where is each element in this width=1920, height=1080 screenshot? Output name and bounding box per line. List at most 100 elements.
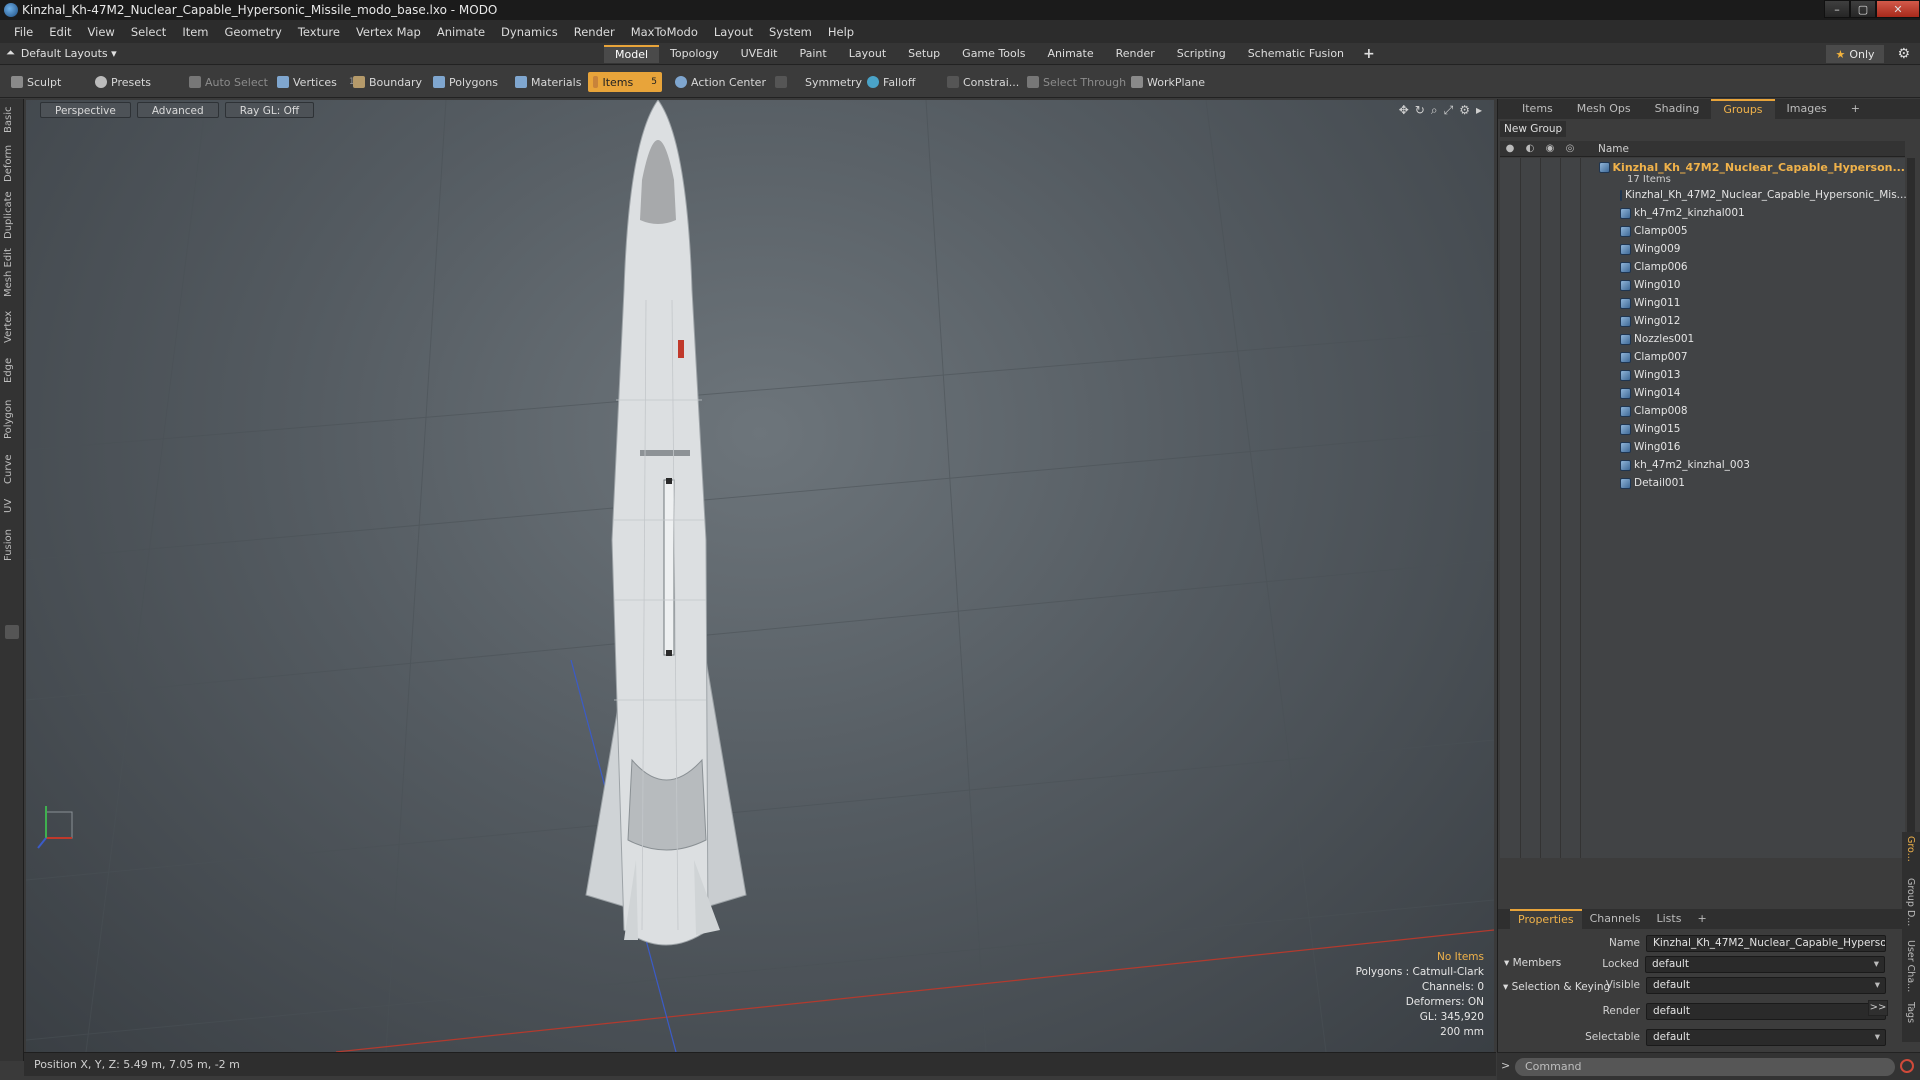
3d-viewport[interactable]: Perspective Advanced Ray GL: Off ✥ ↻ ⌕ ⤢… [26, 100, 1494, 1052]
menu-layout[interactable]: Layout [706, 25, 761, 39]
items-button[interactable]: Items 5 [588, 72, 662, 92]
only-button[interactable]: ★ Only [1826, 45, 1884, 63]
falloff-button[interactable]: Falloff [862, 72, 920, 92]
viewport-menu-icon[interactable]: ▸ [1476, 103, 1482, 118]
tab-images[interactable]: Images [1775, 99, 1839, 119]
symmetry-button[interactable]: Symmetry [770, 72, 867, 92]
tab-properties[interactable]: Properties [1510, 909, 1582, 929]
minimize-button[interactable]: – [1824, 0, 1850, 18]
tab-layout[interactable]: Layout [838, 45, 897, 63]
list-item[interactable]: Detail001 [1500, 474, 1905, 492]
vtab-fusion[interactable]: Fusion [3, 525, 21, 565]
list-item[interactable]: Wing012 [1500, 312, 1905, 330]
tab-lists[interactable]: Lists [1649, 909, 1690, 929]
record-icon[interactable] [1900, 1059, 1914, 1073]
menu-system[interactable]: System [761, 25, 820, 39]
vtab-polygon[interactable]: Polygon [3, 395, 21, 443]
maximize-button[interactable]: ▢ [1850, 0, 1876, 18]
command-input[interactable]: Command [1515, 1058, 1895, 1076]
auto-select-button[interactable]: Auto Select [184, 72, 273, 92]
viewport-gear-icon[interactable]: ⚙ [1459, 103, 1470, 118]
default-layouts-selector[interactable]: ⏶ Default Layouts ▾ [6, 46, 117, 60]
expand-button[interactable]: >> [1868, 1000, 1888, 1016]
side-tab-group[interactable]: Gro... [1905, 836, 1916, 872]
gear-icon[interactable]: ⚙ [1897, 46, 1910, 62]
sculpt-button[interactable]: Sculpt [6, 72, 66, 92]
visibility-column-icon[interactable]: ● [1500, 143, 1520, 154]
vtab-deform[interactable]: Deform [3, 143, 21, 183]
tab-game-tools[interactable]: Game Tools [951, 45, 1036, 63]
list-item[interactable]: Nozzles001 [1500, 330, 1905, 348]
select-column-icon[interactable]: ◎ [1560, 143, 1580, 154]
vtab-basic[interactable]: Basic [3, 103, 21, 137]
action-center-button[interactable]: Action Center [670, 72, 771, 92]
pan-icon[interactable]: ✥ [1399, 103, 1409, 118]
constraints-button[interactable]: Constrai... [942, 72, 1024, 92]
list-item[interactable]: Clamp005 [1500, 222, 1905, 240]
list-item[interactable]: Wing010 [1500, 276, 1905, 294]
polygons-button[interactable]: Polygons [428, 72, 503, 92]
vtab-mesh-edit[interactable]: Mesh Edit [3, 247, 21, 299]
tab-groups[interactable]: Groups [1711, 99, 1775, 119]
side-tab-group-display[interactable]: Group D... [1905, 878, 1916, 934]
render-column-icon[interactable]: ◐ [1520, 143, 1540, 154]
zoom-icon[interactable]: ⌕ [1431, 103, 1438, 118]
menu-geometry[interactable]: Geometry [217, 25, 290, 39]
vertices-button[interactable]: Vertices 1 [272, 72, 360, 92]
menu-view[interactable]: View [80, 25, 123, 39]
side-tab-tags[interactable]: Tags [1905, 1002, 1916, 1030]
boundary-button[interactable]: Boundary [348, 72, 427, 92]
tab-paint[interactable]: Paint [789, 45, 838, 63]
list-item[interactable]: kh_47m2_kinzhal001 [1500, 204, 1905, 222]
tab-uvedit[interactable]: UVEdit [730, 45, 789, 63]
menu-help[interactable]: Help [820, 25, 862, 39]
vtab-edge[interactable]: Edge [3, 353, 21, 387]
tab-mesh-ops[interactable]: Mesh Ops [1565, 99, 1643, 119]
vtab-curve[interactable]: Curve [3, 451, 21, 487]
menu-vertex-map[interactable]: Vertex Map [348, 25, 429, 39]
selectable-dropdown[interactable]: default ▾ [1646, 1028, 1886, 1046]
materials-button[interactable]: Materials [510, 72, 586, 92]
menu-render[interactable]: Render [566, 25, 623, 39]
menu-edit[interactable]: Edit [41, 25, 79, 39]
list-item[interactable]: Wing011 [1500, 294, 1905, 312]
vtab-uv[interactable]: UV [3, 495, 21, 517]
tab-setup[interactable]: Setup [897, 45, 951, 63]
tab-animate[interactable]: Animate [1037, 45, 1105, 63]
menu-texture[interactable]: Texture [290, 25, 348, 39]
tab-channels[interactable]: Channels [1582, 909, 1649, 929]
list-item[interactable]: Kinzhal_Kh_47M2_Nuclear_Capable_Hyperson… [1500, 186, 1907, 204]
tab-scripting[interactable]: Scripting [1166, 45, 1237, 63]
add-panel-tab-button[interactable]: + [1839, 99, 1872, 119]
rotate-icon[interactable]: ↻ [1415, 103, 1425, 118]
advanced-button[interactable]: Advanced [136, 102, 219, 118]
perspective-button[interactable]: Perspective [40, 102, 131, 118]
vtab-duplicate[interactable]: Duplicate [3, 191, 21, 239]
side-tab-user-channels[interactable]: User Cha... [1905, 940, 1916, 996]
menu-dynamics[interactable]: Dynamics [493, 25, 566, 39]
new-group-button[interactable]: New Group [1500, 121, 1567, 137]
tab-shading[interactable]: Shading [1643, 99, 1712, 119]
list-item[interactable]: Wing013 [1500, 366, 1905, 384]
strip-toggle-button[interactable] [5, 625, 19, 639]
list-item[interactable]: Clamp008 [1500, 402, 1905, 420]
tab-model[interactable]: Model [604, 45, 660, 63]
list-item[interactable]: Wing016 [1500, 438, 1905, 456]
tab-items[interactable]: Items [1510, 99, 1565, 119]
list-scrollbar[interactable] [1907, 158, 1915, 858]
list-item[interactable]: Wing014 [1500, 384, 1905, 402]
list-item[interactable]: Wing015 [1500, 420, 1905, 438]
add-tab-button[interactable]: + [1355, 45, 1383, 63]
visible-dropdown[interactable]: default ▾ [1646, 976, 1886, 994]
selection-keying-section[interactable]: ▾ Selection & Keying [1503, 981, 1610, 993]
menu-item[interactable]: Item [174, 25, 216, 39]
name-field[interactable]: Kinzhal_Kh_47M2_Nuclear_Capable_Hyperson… [1646, 934, 1886, 952]
list-item[interactable]: Clamp006 [1500, 258, 1905, 276]
vtab-vertex[interactable]: Vertex [3, 307, 21, 347]
menu-file[interactable]: File [6, 25, 41, 39]
workplane-button[interactable]: WorkPlane [1126, 72, 1210, 92]
menu-maxtomodo[interactable]: MaxToModo [623, 25, 706, 39]
tab-topology[interactable]: Topology [659, 45, 730, 63]
tab-schematic-fusion[interactable]: Schematic Fusion [1237, 45, 1355, 63]
locked-dropdown[interactable]: default ▾ [1645, 955, 1885, 973]
